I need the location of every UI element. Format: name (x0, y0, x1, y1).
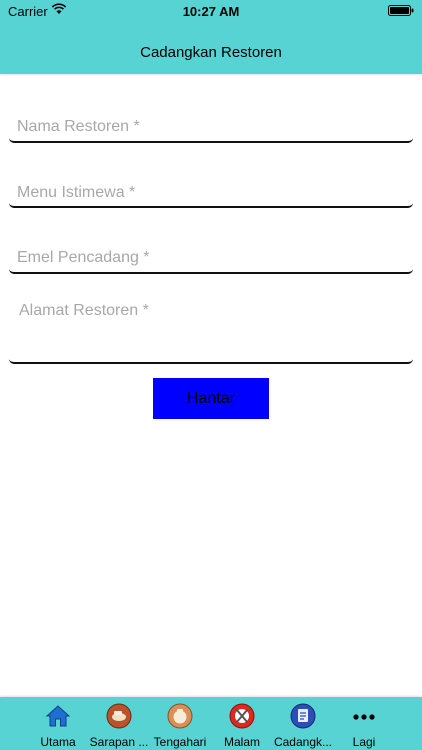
submit-button[interactable]: Hantar (153, 378, 269, 419)
home-icon (45, 705, 71, 727)
restaurant-name-field-wrapper (9, 104, 413, 143)
status-bar: Carrier 10:27 AM (0, 0, 422, 22)
more-icon (353, 714, 375, 720)
restaurant-address-input[interactable] (9, 296, 413, 362)
restaurant-name-input[interactable] (9, 104, 413, 141)
suggest-icon (290, 703, 316, 729)
lunch-icon (167, 703, 193, 729)
dinner-icon (229, 703, 255, 729)
tab-label: Lagi (352, 735, 376, 749)
suggester-email-field-wrapper (9, 235, 413, 274)
tab-lagi[interactable]: Lagi (328, 697, 400, 750)
status-time: 10:27 AM (182, 4, 240, 19)
battery-icon (388, 5, 414, 16)
navigation-bar: Carrier 10:27 AM Cadangkan Restoren (0, 0, 422, 74)
special-menu-field-wrapper (9, 170, 413, 208)
tab-bar: Utama Sarapan ... Tengahari Malam Cadang… (0, 697, 422, 750)
breakfast-icon (106, 703, 132, 729)
restaurant-address-field-wrapper (9, 296, 413, 364)
page-title: Cadangkan Restoren (140, 44, 282, 61)
special-menu-input[interactable] (9, 170, 413, 207)
suggester-email-input[interactable] (9, 235, 413, 272)
